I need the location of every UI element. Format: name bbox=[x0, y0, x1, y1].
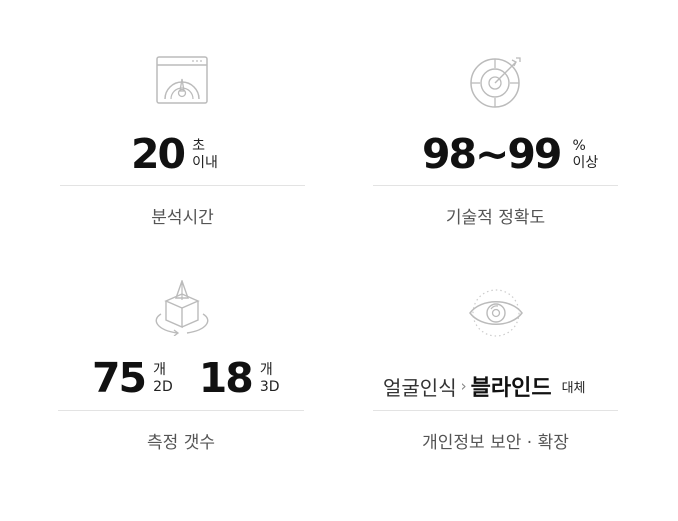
divider bbox=[60, 185, 305, 186]
accuracy-qualifier: 이상 bbox=[572, 154, 599, 171]
measurement-2d-value: 75 bbox=[92, 354, 147, 402]
replace-text: 대체 bbox=[561, 380, 586, 396]
analysis-time-unit: 초 bbox=[192, 137, 205, 154]
divider bbox=[58, 410, 304, 411]
measurement-2d-unit: 개 bbox=[153, 361, 166, 378]
measurement-count-stat: 75 개 2D 18 개 3D bbox=[92, 358, 280, 399]
blind-text: 블라인드 bbox=[470, 376, 552, 401]
measurement-3d-type: 3D bbox=[259, 378, 280, 395]
privacy-stat: 얼굴인식 › 블라인드 대체 bbox=[383, 370, 586, 402]
analysis-time-label: 분석시간 bbox=[151, 208, 214, 228]
face-recognition-text: 얼굴인식 bbox=[383, 375, 457, 400]
chevron-right-icon: › bbox=[460, 377, 467, 395]
eye-scan-icon bbox=[469, 289, 523, 337]
accuracy-value: 98~99 bbox=[422, 130, 562, 178]
measurement-3d-unit: 개 bbox=[259, 361, 273, 378]
analysis-time-stat: 20 초 이내 bbox=[131, 134, 218, 175]
measurement-2d-type: 2D bbox=[153, 378, 173, 395]
privacy-label: 개인정보 보안 · 확장 bbox=[422, 433, 569, 453]
measurement-count-label: 측정 갯수 bbox=[147, 433, 215, 453]
analysis-time-qualifier: 이내 bbox=[192, 154, 218, 171]
divider bbox=[373, 410, 618, 411]
accuracy-label: 기술적 정확도 bbox=[445, 208, 546, 228]
dashboard-gauge-icon bbox=[156, 56, 208, 104]
target-dart-icon bbox=[470, 57, 521, 108]
divider bbox=[373, 185, 618, 186]
measurement-3d-value: 18 bbox=[198, 354, 254, 402]
accuracy-stat: 98~99 % 이상 bbox=[422, 134, 598, 175]
3d-cube-rotate-icon bbox=[155, 280, 209, 336]
analysis-time-value: 20 bbox=[131, 130, 186, 178]
accuracy-unit: % bbox=[572, 137, 586, 154]
